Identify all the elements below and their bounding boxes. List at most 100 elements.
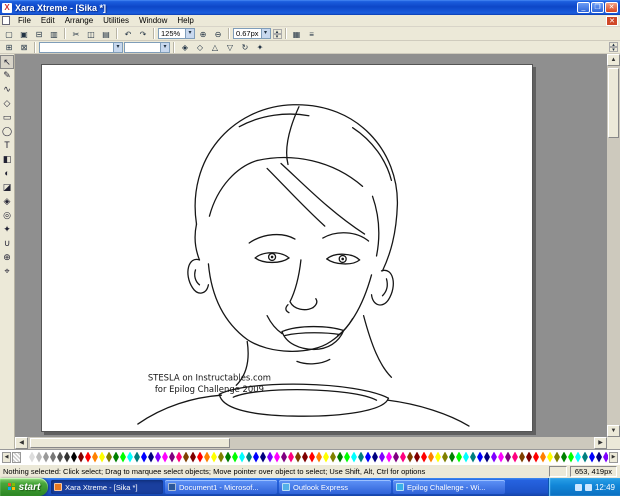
color-swatch[interactable] [603,451,608,463]
chevron-down-icon[interactable]: ▾ [260,29,270,38]
color-swatch[interactable] [204,451,210,463]
color-swatch[interactable] [540,451,546,463]
spin-down-icon[interactable]: ▾ [609,47,618,53]
color-swatch[interactable] [589,451,595,463]
scroll-down-icon[interactable]: ▼ [607,425,620,437]
color-swatch[interactable] [302,451,308,463]
color-swatch[interactable] [421,451,427,463]
send-to-back-icon[interactable]: ◇ [193,41,207,53]
bring-to-front-icon[interactable]: ◈ [178,41,192,53]
color-swatch[interactable] [582,451,588,463]
color-swatch[interactable] [57,451,63,463]
flip-horizontal-icon[interactable]: △ [208,41,222,53]
color-swatch[interactable] [477,451,483,463]
chevron-down-icon[interactable]: ▾ [113,42,122,52]
color-swatch[interactable] [323,451,329,463]
zoom-tool-icon[interactable]: ⊕ [0,251,14,265]
size-combo[interactable]: ▾ [124,41,170,53]
menu-edit[interactable]: Edit [36,16,60,25]
toolbar-scroll-stepper[interactable]: ▴ ▾ [609,42,618,53]
color-swatch[interactable] [176,451,182,463]
bevel-tool-icon[interactable]: ◈ [0,195,14,209]
selector-tool-icon[interactable]: ↖ [0,55,14,69]
color-swatch[interactable] [575,451,581,463]
rectangle-tool-icon[interactable]: ▭ [0,111,14,125]
color-swatch[interactable] [113,451,119,463]
color-swatch[interactable] [162,451,168,463]
color-swatch[interactable] [372,451,378,463]
color-swatch[interactable] [456,451,462,463]
color-swatch[interactable] [463,451,469,463]
color-swatch[interactable] [554,451,560,463]
color-swatch[interactable] [85,451,91,463]
open-icon[interactable]: ▣ [17,28,31,40]
color-swatch[interactable] [225,451,231,463]
canvas[interactable]: STESLA on Instructables.com for Epilog C… [15,54,620,449]
color-swatch[interactable] [309,451,315,463]
vertical-scrollbar[interactable]: ▲ ▼ [607,54,620,437]
color-swatch[interactable] [568,451,574,463]
cut-icon[interactable]: ✂ [69,28,83,40]
zoom-in-icon[interactable]: ⊕ [196,28,210,40]
undo-icon[interactable]: ↶ [121,28,135,40]
color-swatch[interactable] [260,451,266,463]
color-swatch[interactable] [36,451,42,463]
color-swatch[interactable] [141,451,147,463]
color-swatch[interactable] [407,451,413,463]
color-swatch[interactable] [316,451,322,463]
color-swatch[interactable] [519,451,525,463]
color-swatch[interactable] [246,451,252,463]
color-swatch[interactable] [78,451,84,463]
redo-icon[interactable]: ↷ [136,28,150,40]
menu-file[interactable]: File [13,16,36,25]
color-swatch[interactable] [288,451,294,463]
color-swatch[interactable] [232,451,238,463]
color-swatch[interactable] [64,451,70,463]
copy-icon[interactable]: ◫ [84,28,98,40]
color-swatch[interactable] [281,451,287,463]
tray-icon[interactable] [584,483,592,491]
horizontal-scrollbar[interactable]: ◀ ▶ [15,437,607,449]
color-swatch[interactable] [29,451,35,463]
color-swatch[interactable] [71,451,77,463]
effects-icon[interactable]: ✦ [253,41,267,53]
color-swatch[interactable] [351,451,357,463]
color-swatch[interactable] [106,451,112,463]
color-swatch[interactable] [127,451,133,463]
freehand-tool-icon[interactable]: ✎ [0,69,14,83]
rotate-icon[interactable]: ↻ [238,41,252,53]
quickshape-tool-icon[interactable]: ◇ [0,97,14,111]
paste-icon[interactable]: ▤ [99,28,113,40]
no-color-swatch[interactable] [12,451,21,463]
scroll-up-icon[interactable]: ▲ [607,54,620,66]
color-swatch[interactable] [365,451,371,463]
ungroup-icon[interactable]: ⊠ [17,41,31,53]
tray-icon[interactable] [574,483,582,491]
vertical-scroll-thumb[interactable] [608,68,619,138]
color-swatch[interactable] [386,451,392,463]
color-swatch[interactable] [190,451,196,463]
color-swatch[interactable] [239,451,245,463]
taskbar-button[interactable]: Document1 - Microsof... [165,480,277,494]
transparency-tool-icon[interactable]: ◐ [0,167,14,181]
color-swatch[interactable] [169,451,175,463]
new-icon[interactable]: ▢ [2,28,16,40]
scroll-left-icon[interactable]: ◀ [15,437,28,449]
document-page[interactable]: STESLA on Instructables.com for Epilog C… [41,64,533,432]
color-swatch[interactable] [344,451,350,463]
color-swatch[interactable] [92,451,98,463]
color-swatch[interactable] [470,451,476,463]
zoom-combo[interactable]: 125% ▾ [158,28,195,39]
color-swatch[interactable] [561,451,567,463]
color-swatch[interactable] [484,451,490,463]
chevron-down-icon[interactable]: ▾ [185,29,194,38]
color-swatch[interactable] [330,451,336,463]
line-width-stepper[interactable]: ▴ ▾ [272,28,282,39]
color-swatch[interactable] [211,451,217,463]
document-close-button[interactable]: ✕ [606,15,618,26]
shape-editor-tool-icon[interactable]: ∿ [0,83,14,97]
color-swatch[interactable] [547,451,553,463]
color-swatch[interactable] [295,451,301,463]
color-swatch[interactable] [197,451,203,463]
color-swatch[interactable] [358,451,364,463]
